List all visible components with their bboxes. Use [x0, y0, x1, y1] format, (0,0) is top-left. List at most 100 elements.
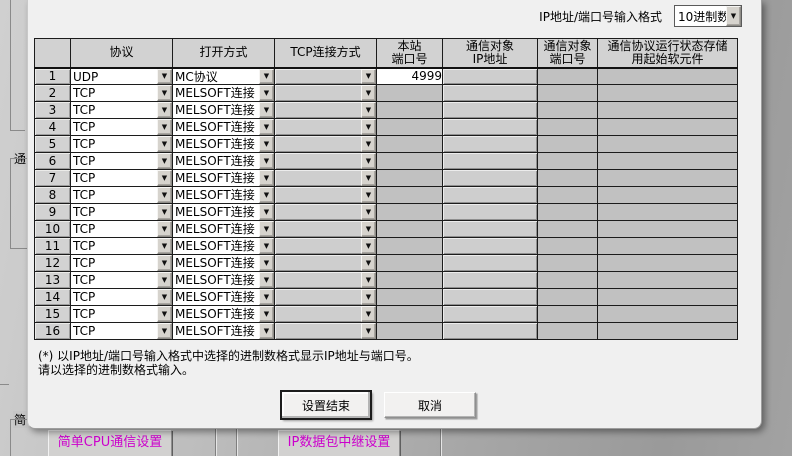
ip-packet-relay-settings-button[interactable]: IP数据包中继设置: [278, 430, 400, 456]
protocol-combobox[interactable]: TCP▼: [71, 204, 172, 220]
protocol-combobox[interactable]: TCP▼: [71, 272, 172, 288]
tcp-connection-combobox[interactable]: ▼: [275, 119, 376, 135]
protocol-combobox[interactable]: TCP▼: [71, 102, 172, 118]
chevron-down-icon: ▼: [259, 102, 274, 118]
open-method-combobox[interactable]: MELSOFT连接▼: [173, 238, 274, 254]
chevron-down-icon: ▼: [361, 289, 376, 305]
setting-finished-button[interactable]: 设置结束: [281, 391, 371, 419]
protocol-combobox[interactable]: UDP▼: [71, 69, 172, 85]
tcp-connection-combobox[interactable]: ▼: [275, 204, 376, 220]
local-port-cell: [377, 221, 443, 238]
tcp-connection-cell: ▼: [275, 136, 377, 153]
protocol-combobox[interactable]: TCP▼: [71, 187, 172, 203]
open-method-cell: MC协议▼: [173, 68, 275, 85]
protocol-combobox[interactable]: TCP▼: [71, 238, 172, 254]
tcp-connection-combobox[interactable]: ▼: [275, 187, 376, 203]
tcp-connection-combobox-value: [275, 187, 361, 203]
header-protocol: 协议: [71, 39, 173, 68]
tcp-connection-combobox-value: [275, 306, 361, 322]
protocol-combobox[interactable]: TCP▼: [71, 170, 172, 186]
chevron-down-icon: ▼: [259, 289, 274, 305]
open-method-combobox[interactable]: MELSOFT连接▼: [173, 85, 274, 101]
open-method-combobox[interactable]: MC协议▼: [173, 69, 274, 85]
tcp-connection-combobox[interactable]: ▼: [275, 221, 376, 237]
local-port-cell: [377, 289, 443, 306]
chevron-down-icon: ▼: [361, 153, 376, 169]
tcp-connection-combobox[interactable]: ▼: [275, 136, 376, 152]
protocol-cell: TCP▼: [71, 136, 173, 153]
open-method-combobox[interactable]: MELSOFT连接▼: [173, 153, 274, 169]
open-method-combobox[interactable]: MELSOFT连接▼: [173, 272, 274, 288]
input-format-combobox[interactable]: 10进制数 ▼: [674, 5, 742, 27]
status-device-cell: [598, 170, 738, 187]
local-port-cell[interactable]: 4999: [377, 68, 443, 85]
protocol-cell: TCP▼: [71, 221, 173, 238]
protocol-combobox[interactable]: TCP▼: [71, 119, 172, 135]
open-method-combobox[interactable]: MELSOFT连接▼: [173, 102, 274, 118]
tcp-connection-combobox[interactable]: ▼: [275, 85, 376, 101]
target-ip-cell: [443, 306, 538, 323]
chevron-down-icon: ▼: [157, 272, 172, 288]
protocol-cell: TCP▼: [71, 272, 173, 289]
open-method-combobox[interactable]: MELSOFT连接▼: [173, 187, 274, 203]
tcp-connection-combobox[interactable]: ▼: [275, 272, 376, 288]
status-device-cell: [598, 85, 738, 102]
open-method-combobox[interactable]: MELSOFT连接▼: [173, 204, 274, 220]
chevron-down-icon: ▼: [157, 153, 172, 169]
tcp-connection-combobox[interactable]: ▼: [275, 289, 376, 305]
tcp-connection-combobox[interactable]: ▼: [275, 153, 376, 169]
tcp-connection-combobox[interactable]: ▼: [275, 323, 376, 339]
open-method-combobox[interactable]: MELSOFT连接▼: [173, 306, 274, 322]
tcp-connection-combobox[interactable]: ▼: [275, 255, 376, 271]
simple-cpu-communication-settings-button[interactable]: 简单CPU通信设置: [48, 430, 172, 456]
tcp-connection-combobox-value: [275, 204, 361, 220]
open-method-combobox[interactable]: MELSOFT连接▼: [173, 289, 274, 305]
tcp-connection-combobox-value: [275, 289, 361, 305]
chevron-down-icon: ▼: [157, 170, 172, 186]
footnote-line-1: (*) 以IP地址/端口号输入格式中选择的进制数格式显示IP地址与端口号。: [38, 349, 419, 363]
open-method-combobox[interactable]: MELSOFT连接▼: [173, 119, 274, 135]
header-target-port: 通信对象 端口号: [538, 39, 598, 68]
row-number-cell: 12: [35, 255, 71, 272]
table-row: 3TCP▼MELSOFT连接▼▼: [35, 102, 738, 119]
protocol-cell: TCP▼: [71, 238, 173, 255]
tcp-connection-cell: ▼: [275, 221, 377, 238]
open-method-combobox[interactable]: MELSOFT连接▼: [173, 255, 274, 271]
open-method-cell: MELSOFT连接▼: [173, 272, 275, 289]
protocol-combobox-value: UDP: [71, 69, 157, 85]
tcp-connection-combobox[interactable]: ▼: [275, 170, 376, 186]
open-method-cell: MELSOFT连接▼: [173, 289, 275, 306]
tcp-connection-combobox[interactable]: ▼: [275, 238, 376, 254]
protocol-combobox[interactable]: TCP▼: [71, 255, 172, 271]
row-number-cell: 3: [35, 102, 71, 119]
local-port-cell: [377, 272, 443, 289]
protocol-combobox-value: TCP: [71, 170, 157, 186]
open-method-combobox[interactable]: MELSOFT连接▼: [173, 221, 274, 237]
protocol-combobox[interactable]: TCP▼: [71, 85, 172, 101]
protocol-combobox[interactable]: TCP▼: [71, 221, 172, 237]
tcp-connection-combobox-value: [275, 153, 361, 169]
protocol-combobox[interactable]: TCP▼: [71, 289, 172, 305]
target-ip-cell: [443, 255, 538, 272]
chevron-down-icon: ▼: [157, 85, 172, 101]
protocol-combobox[interactable]: TCP▼: [71, 153, 172, 169]
open-method-combobox[interactable]: MELSOFT连接▼: [173, 323, 274, 339]
tcp-connection-combobox[interactable]: ▼: [275, 306, 376, 322]
target-port-cell: [538, 170, 598, 187]
open-method-combobox-value: MELSOFT连接: [173, 238, 259, 254]
protocol-combobox[interactable]: TCP▼: [71, 306, 172, 322]
tcp-connection-combobox[interactable]: ▼: [275, 69, 376, 85]
protocol-combobox[interactable]: TCP▼: [71, 136, 172, 152]
chevron-down-icon: ▼: [157, 289, 172, 305]
open-method-combobox[interactable]: MELSOFT连接▼: [173, 136, 274, 152]
tcp-connection-combobox[interactable]: ▼: [275, 102, 376, 118]
target-port-cell: [538, 153, 598, 170]
protocol-cell: TCP▼: [71, 187, 173, 204]
open-method-combobox-value: MC协议: [173, 69, 259, 85]
chevron-down-icon: ▼: [259, 136, 274, 152]
tcp-connection-combobox-value: [275, 255, 361, 271]
protocol-combobox[interactable]: TCP▼: [71, 323, 172, 339]
open-method-combobox[interactable]: MELSOFT连接▼: [173, 170, 274, 186]
open-method-combobox-value: MELSOFT连接: [173, 204, 259, 220]
cancel-button[interactable]: 取消: [384, 392, 476, 418]
